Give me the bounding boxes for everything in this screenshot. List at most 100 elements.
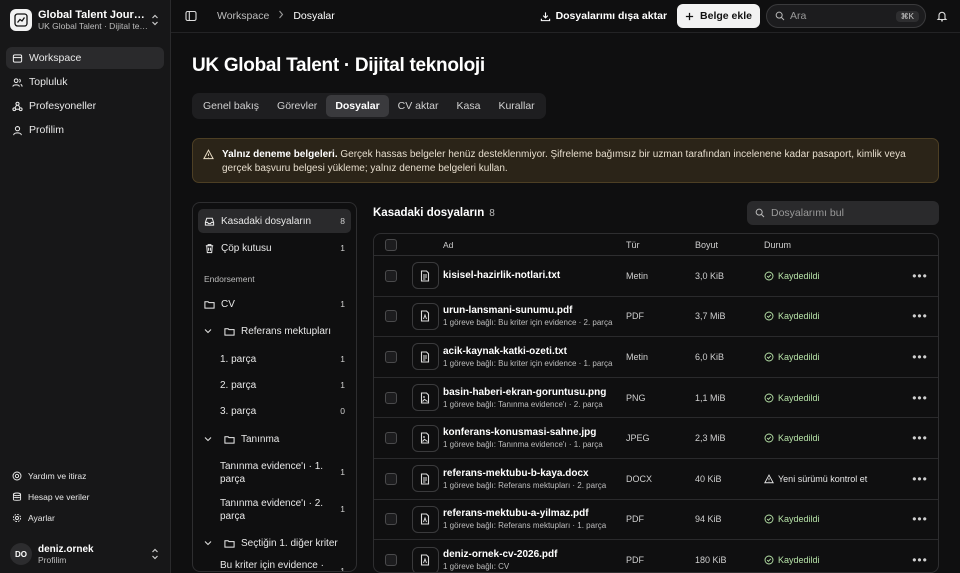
main-area: Workspace Dosyalar Dosyalarımı dışa akta… (171, 0, 960, 573)
file-name[interactable]: kisisel-hazirlik-notlari.txt (443, 270, 626, 281)
folder-trash[interactable]: Çöp kutusu 1 (198, 236, 351, 260)
folder-recognition[interactable]: Tanınma (198, 427, 351, 451)
table-row[interactable]: kisisel-hazirlik-notlari.txt Metin 3,0 KiB… (374, 256, 938, 297)
row-checkbox[interactable] (384, 554, 397, 567)
subfolder-item[interactable]: Tanınma evidence'ı · 1. parça 1 (198, 454, 351, 491)
folder-icon (224, 539, 235, 548)
subfolder-item[interactable]: Bu kriter için evidence · 1. 1 (198, 558, 351, 572)
status-label: Kaydedildi (778, 351, 820, 362)
shortcut-badge: ⌘K (895, 10, 919, 22)
file-name[interactable]: urun-lansmani-sunumu.pdf (443, 305, 626, 316)
file-name[interactable]: acik-kaynak-katki-ozeti.txt (443, 346, 626, 357)
search-icon (775, 11, 785, 21)
subfolder-count: 1 (340, 354, 345, 364)
table-row[interactable]: referans-mektubu-a-yilmaz.pdf 1 göreve ba… (374, 500, 938, 541)
subfolder-count: 1 (340, 467, 345, 477)
nav-item-label: Hesap ve veriler (28, 492, 90, 502)
global-search-input[interactable]: Ara ⌘K (766, 4, 926, 28)
inbox-icon (204, 217, 215, 226)
file-name[interactable]: deniz-ornek-cv-2026.pdf (443, 549, 626, 560)
more-actions-icon[interactable]: ••• (902, 269, 938, 283)
folder-references[interactable]: Referans mektupları (198, 319, 351, 343)
subfolder-label: 1. parça (220, 353, 257, 365)
folder-cv[interactable]: CV 1 (198, 292, 351, 316)
file-size: 180 KiB (695, 555, 727, 566)
nav-item-settings[interactable]: Ayarlar (6, 508, 164, 528)
subfolder-item[interactable]: 3. parça 0 (198, 398, 351, 424)
nav-item-topluluk[interactable]: Topluluk (6, 71, 164, 93)
file-type: PDF (626, 555, 644, 566)
search-placeholder: Ara (790, 10, 807, 22)
nav-item-profesyoneller[interactable]: Profesyoneller (6, 95, 164, 117)
folder-icon (224, 435, 235, 444)
more-actions-icon[interactable]: ••• (902, 309, 938, 323)
search-icon (755, 208, 765, 218)
tab-tasks[interactable]: Görevler (268, 95, 326, 117)
row-checkbox[interactable] (384, 350, 397, 363)
user-menu[interactable]: DO deniz.ornek Profilim (6, 529, 164, 565)
bell-icon[interactable] (936, 10, 948, 22)
more-actions-icon[interactable]: ••• (902, 350, 938, 364)
check-circle-icon (764, 433, 774, 443)
column-type[interactable]: Tür (626, 240, 695, 250)
table-row[interactable]: referans-mektubu-b-kaya.docx 1 göreve bağ… (374, 459, 938, 500)
file-name[interactable]: referans-mektubu-b-kaya.docx (443, 468, 626, 479)
row-checkbox[interactable] (384, 310, 397, 323)
table-row[interactable]: acik-kaynak-katki-ozeti.txt 1 göreve bağl… (374, 337, 938, 378)
column-status[interactable]: Durum (764, 240, 902, 250)
file-type: PNG (626, 392, 646, 403)
more-actions-icon[interactable]: ••• (902, 431, 938, 445)
sidebar-toggle-icon[interactable] (185, 10, 197, 22)
nav-item-help[interactable]: Yardım ve itiraz (6, 466, 164, 486)
folder-criterion[interactable]: Seçtiğin 1. diğer kriter (198, 531, 351, 555)
file-search-input[interactable]: Dosyalarımı bul (747, 201, 939, 225)
page-content: UK Global Talent · Dijital teknoloji Gen… (171, 33, 960, 573)
table-header: Ad Tür Boyut Durum (374, 234, 938, 256)
file-name[interactable]: konferans-konusmasi-sahne.jpg (443, 427, 626, 438)
subfolder-item[interactable]: 1. parça 1 (198, 346, 351, 372)
file-type: Metin (626, 270, 649, 281)
workspace-switcher[interactable]: Global Talent Journey UK Global Talent ·… (0, 0, 170, 40)
file-size: 94 KiB (695, 514, 722, 525)
column-size[interactable]: Boyut (695, 240, 764, 250)
subfolder-item[interactable]: 2. parça 1 (198, 372, 351, 398)
more-actions-icon[interactable]: ••• (902, 472, 938, 486)
file-name[interactable]: referans-mektubu-a-yilmaz.pdf (443, 508, 626, 519)
table-row[interactable]: deniz-ornek-cv-2026.pdf 1 göreve bağlı: C… (374, 540, 938, 572)
subfolder-item[interactable]: Tanınma evidence'ı · 2. parça 1 (198, 491, 351, 528)
file-link-info: 1 göreve bağlı: Referans mektupları · 1.… (443, 521, 607, 531)
row-checkbox[interactable] (384, 432, 397, 445)
export-files-button[interactable]: Dosyalarımı dışa aktar (540, 10, 667, 22)
app-logo (10, 9, 32, 31)
more-actions-icon[interactable]: ••• (902, 391, 938, 405)
row-checkbox[interactable] (384, 269, 397, 282)
table-row[interactable]: konferans-konusmasi-sahne.jpg 1 göreve ba… (374, 418, 938, 459)
folder-label: CV (221, 298, 235, 310)
file-name[interactable]: basin-haberi-ekran-goruntusu.png (443, 387, 626, 398)
file-list-count: 8 (489, 207, 495, 219)
tab-vault[interactable]: Kasa (448, 95, 490, 117)
nav-item-profilim[interactable]: Profilim (6, 119, 164, 141)
tab-cv-import[interactable]: CV aktar (389, 95, 448, 117)
nav-item-workspace[interactable]: Workspace (6, 47, 164, 69)
select-all-checkbox[interactable] (384, 238, 397, 251)
file-list-title: Kasadaki dosyaların (373, 207, 485, 219)
file-link-info: 1 göreve bağlı: Bu kriter için evidence … (443, 358, 613, 368)
subfolder-count: 1 (340, 504, 345, 514)
tab-overview[interactable]: Genel bakış (194, 95, 268, 117)
table-row[interactable]: basin-haberi-ekran-goruntusu.png 1 göreve… (374, 378, 938, 419)
row-checkbox[interactable] (384, 513, 397, 526)
file-table: Ad Tür Boyut Durum kisisel-hazirlik-notl… (373, 233, 939, 573)
breadcrumb-root[interactable]: Workspace (217, 10, 269, 22)
tab-rules[interactable]: Kurallar (489, 95, 543, 117)
row-checkbox[interactable] (384, 391, 397, 404)
nav-item-account[interactable]: Hesap ve veriler (6, 487, 164, 507)
table-row[interactable]: urun-lansmani-sunumu.pdf 1 göreve bağlı: … (374, 297, 938, 338)
row-checkbox[interactable] (384, 472, 397, 485)
add-document-button[interactable]: Belge ekle (677, 4, 760, 28)
tab-files[interactable]: Dosyalar (326, 95, 389, 117)
folder-vault-files[interactable]: Kasadaki dosyaların 8 (198, 209, 351, 233)
more-actions-icon[interactable]: ••• (902, 553, 938, 567)
column-name[interactable]: Ad (443, 240, 626, 250)
more-actions-icon[interactable]: ••• (902, 512, 938, 526)
